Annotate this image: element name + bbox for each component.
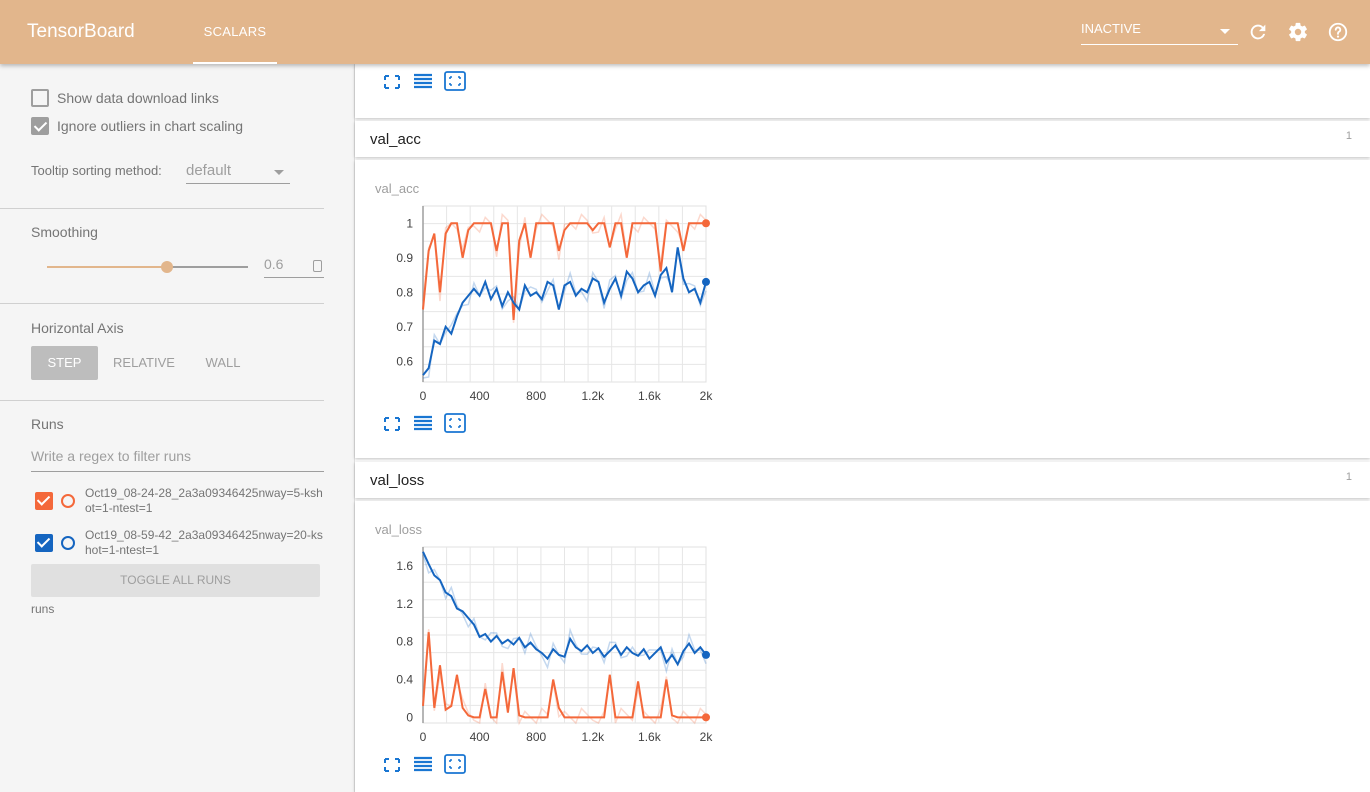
val-acc-chart[interactable]: 0 400 800 1.2k 1.6k 2k 0.6 0.7 0.8 0.9 1 <box>355 160 1370 458</box>
x-tick-label: 800 <box>526 389 546 403</box>
y-tick-label: 1.6 <box>396 559 413 573</box>
tab-scalars[interactable]: SCALARS <box>193 0 277 64</box>
tooltip-sorting-value: default <box>186 162 232 179</box>
smoothing-slider-knob[interactable] <box>161 261 173 273</box>
chart-card-val-acc: val_acc 0 400 800 1.2k 1.6k 2k 0.6 0.7 0.8 0.9 1 <box>355 160 1370 458</box>
data-table-icon[interactable] <box>412 72 434 92</box>
fit-domain-icon[interactable] <box>444 71 466 91</box>
smoothing-value: 0.6 <box>264 256 284 272</box>
runs-footer: runs <box>31 602 55 616</box>
x-tick-label: 400 <box>470 730 490 744</box>
y-tick-label: 0.6 <box>396 354 413 368</box>
smoothing-input[interactable]: 0.6 <box>264 256 324 278</box>
category-count: 1 <box>1345 471 1352 483</box>
checkbox-box[interactable] <box>31 89 49 107</box>
refresh-icon[interactable] <box>1247 21 1269 43</box>
top-bar: TensorBoard SCALARS INACTIVE <box>0 0 1370 64</box>
horizontal-axis-label: Horizontal Axis <box>31 320 124 336</box>
data-table-icon[interactable] <box>412 414 434 434</box>
run-checkbox[interactable] <box>35 492 53 510</box>
x-tick-label: 0 <box>420 389 427 403</box>
fit-domain-icon[interactable] <box>444 754 466 774</box>
show-download-links-checkbox[interactable]: Show data download links <box>31 88 219 108</box>
data-table-icon[interactable] <box>412 755 434 775</box>
x-tick-label: 0 <box>420 730 427 744</box>
axis-relative-button[interactable]: RELATIVE <box>106 346 182 380</box>
x-tick-label: 2k <box>700 730 714 744</box>
category-header-val-acc[interactable]: val_acc 1 <box>355 121 1370 157</box>
main-panel: val_acc 1 val_acc 0 400 800 1.2k 1.6k 2k 0.6 0.… <box>354 64 1370 792</box>
settings-icon[interactable] <box>1287 21 1309 43</box>
x-tick-label: 1.2k <box>581 730 605 744</box>
smoothing-slider-fill <box>47 266 167 268</box>
category-title: val_acc <box>370 131 421 148</box>
run-status-value: INACTIVE <box>1081 21 1141 36</box>
run-color-circle[interactable] <box>61 494 75 508</box>
axis-wall-button[interactable]: WALL <box>192 346 254 380</box>
x-tick-label: 1.6k <box>638 389 662 403</box>
y-tick-label: 0.7 <box>396 320 413 334</box>
run-item[interactable]: Oct19_08-24-28_2a3a09346425nway=5-kshot=… <box>35 486 325 518</box>
category-title: val_loss <box>370 472 425 489</box>
chart-card-val-loss: val_loss 0 400 800 1.2k 1.6k 2k 0 0.4 0.8 1.2 1.6 <box>355 501 1370 792</box>
category-count: 1 <box>1345 130 1352 142</box>
show-download-links-label: Show data download links <box>57 90 219 106</box>
tooltip-sorting-dropdown[interactable]: default <box>186 162 290 184</box>
divider <box>0 303 324 304</box>
runs-label: Runs <box>31 416 64 432</box>
smoothing-label: Smoothing <box>31 224 98 240</box>
checkbox-box[interactable] <box>31 117 49 135</box>
val-loss-chart[interactable]: 0 400 800 1.2k 1.6k 2k 0 0.4 0.8 1.2 1.6 <box>355 501 1370 792</box>
y-tick-label: 1 <box>406 216 413 230</box>
tooltip-sorting-label: Tooltip sorting method: <box>31 163 162 178</box>
ignore-outliers-checkbox[interactable]: Ignore outliers in chart scaling <box>31 116 243 136</box>
tab-scalars-label: SCALARS <box>203 24 267 39</box>
fullscreen-icon[interactable] <box>381 414 403 434</box>
divider <box>0 208 324 209</box>
run-color-circle[interactable] <box>61 536 75 550</box>
x-tick-label: 400 <box>470 389 490 403</box>
axis-step-button[interactable]: STEP <box>31 346 98 380</box>
run-name: Oct19_08-59-42_2a3a09346425nway=20-kshot… <box>85 528 323 557</box>
x-tick-label: 800 <box>526 730 546 744</box>
series-end-point <box>702 713 710 722</box>
app-title: TensorBoard <box>27 21 135 42</box>
x-tick-label: 1.6k <box>638 730 662 744</box>
runs-filter-placeholder: Write a regex to filter runs <box>31 448 192 464</box>
runs-filter-input[interactable]: Write a regex to filter runs <box>31 448 324 472</box>
fit-domain-icon[interactable] <box>444 413 466 433</box>
run-item[interactable]: Oct19_08-59-42_2a3a09346425nway=20-kshot… <box>35 528 325 560</box>
run-name: Oct19_08-24-28_2a3a09346425nway=5-kshot=… <box>85 486 323 515</box>
y-tick-label: 0 <box>406 710 413 724</box>
series-end-point <box>702 277 710 286</box>
smoothing-slider[interactable] <box>47 261 248 273</box>
series-end-point <box>702 650 710 659</box>
divider <box>0 400 324 401</box>
category-header-val-loss[interactable]: val_loss 1 <box>355 462 1370 498</box>
y-tick-label: 0.8 <box>396 285 413 299</box>
x-tick-label: 2k <box>700 389 714 403</box>
ignore-outliers-label: Ignore outliers in chart scaling <box>57 118 243 134</box>
stepper-icon[interactable] <box>313 260 322 272</box>
chevron-down-icon <box>274 170 284 175</box>
series-end-point <box>702 219 710 228</box>
y-tick-label: 0.4 <box>396 672 413 686</box>
y-tick-label: 0.9 <box>396 251 413 265</box>
chevron-down-icon <box>1220 29 1230 34</box>
fullscreen-icon[interactable] <box>381 755 403 775</box>
tab-underline <box>193 62 277 64</box>
help-icon[interactable] <box>1327 21 1349 43</box>
fullscreen-icon[interactable] <box>381 72 403 92</box>
y-tick-label: 0.8 <box>396 635 413 649</box>
run-checkbox[interactable] <box>35 534 53 552</box>
x-tick-label: 1.2k <box>581 389 605 403</box>
toggle-all-runs-button[interactable]: TOGGLE ALL RUNS <box>31 564 320 597</box>
y-tick-label: 1.2 <box>396 597 413 611</box>
sidebar: Show data download links Ignore outliers… <box>0 64 354 792</box>
run-status-dropdown[interactable]: INACTIVE <box>1081 21 1238 45</box>
chart-card-partial <box>355 64 1370 118</box>
